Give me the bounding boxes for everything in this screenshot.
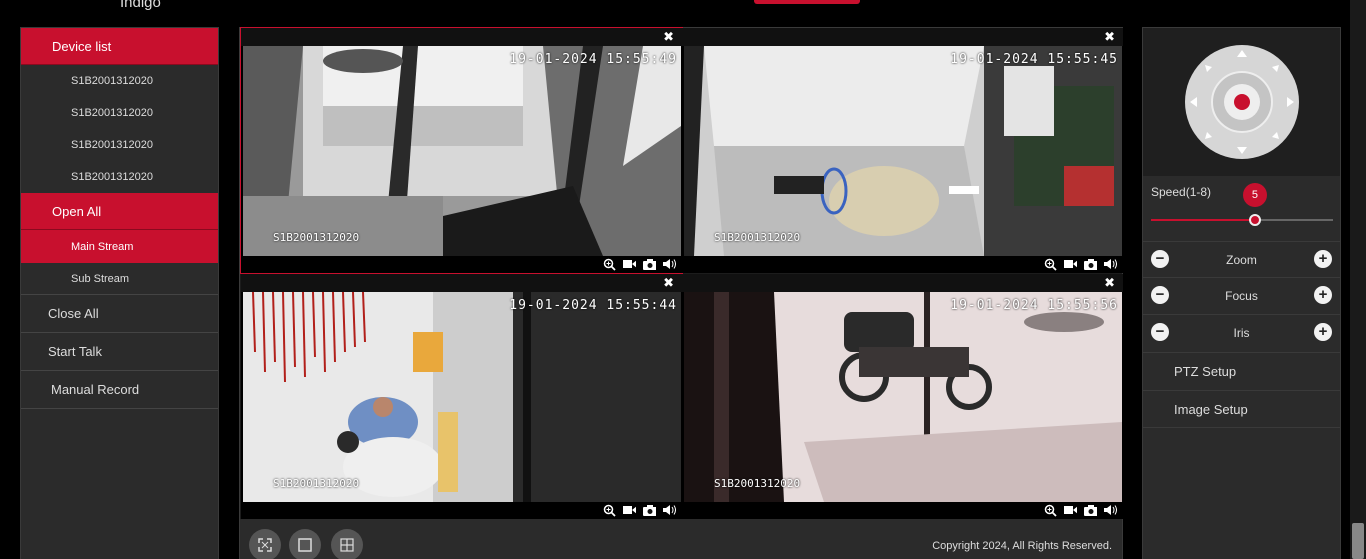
camera-title-bar: ✖ [682,28,1123,46]
record-icon[interactable] [623,258,636,271]
ptz-direction-pad[interactable] [1143,28,1340,176]
video-frame-shop-door [243,46,681,256]
camera-toolbar [603,256,676,272]
image-setup-button[interactable]: Image Setup [1143,390,1340,428]
device-item[interactable]: S1B2001312020 [21,65,218,97]
video-frame-counter-worker [684,46,1122,256]
page-scrollbar[interactable] [1350,0,1366,559]
video-feed: 19-01-2024 15:55:49 S1B2001312020 [243,46,681,256]
camera-tile-1[interactable]: ✖ 19-01-2024 15:55:49 S1B2001312020 [240,27,683,274]
device-list-header[interactable]: Device list [21,28,218,65]
speed-slider-fill [1151,219,1255,221]
speed-value-badge: 5 [1242,183,1267,207]
camera-tile-2[interactable]: ✖ 19-01-2024 15:55:45 S1B2001312020 [682,28,1123,273]
device-item[interactable]: S1B2001312020 [21,129,218,161]
close-icon[interactable]: ✖ [1104,275,1115,291]
video-bottom-bar: Copyright 2024, All Rights Reserved. [240,519,1122,559]
focus-plus-icon[interactable]: + [1314,286,1332,304]
audio-icon[interactable] [1104,258,1117,271]
video-feed: 19-01-2024 15:55:44 S1B2001312020 [243,292,681,502]
speed-label: Speed(1-8) [1151,185,1212,199]
camera-name-overlay: S1B2001312020 [714,477,801,490]
ptz-panel: Speed(1-8) 5 − Zoom + − Focus + − Iris +… [1142,27,1341,559]
record-icon[interactable] [1064,504,1077,517]
manual-record-button[interactable]: Manual Record [21,371,218,409]
zoom-in-icon[interactable] [603,258,616,271]
video-frame-parked-motorbike [684,292,1122,502]
camera-toolbar [1044,256,1117,272]
camera-toolbar [603,502,676,518]
snapshot-icon[interactable] [1084,258,1097,271]
single-view-icon[interactable] [289,529,321,559]
quad-view-icon[interactable] [331,529,363,559]
focus-control: − Focus + [1143,277,1340,313]
snapshot-icon[interactable] [643,504,656,517]
sub-stream-option[interactable]: Sub Stream [21,263,218,295]
ptz-joystick-area [1143,28,1340,176]
close-icon[interactable]: ✖ [1104,29,1115,45]
camera-name-overlay: S1B2001312020 [273,231,360,244]
camera-timestamp: 19-01-2024 15:55:44 [509,298,677,313]
start-talk-button[interactable]: Start Talk [21,333,218,371]
device-item[interactable]: S1B2001312020 [21,161,218,193]
zoom-in-icon[interactable] [603,504,616,517]
zoom-in-plus-icon[interactable]: + [1314,250,1332,268]
camera-tile-4[interactable]: ✖ 19-01-2024 15:55:56 S1B2001312020 [682,274,1123,519]
camera-timestamp: 19-01-2024 15:55:45 [950,52,1118,67]
camera-name-overlay: S1B2001312020 [273,477,360,490]
camera-name-overlay: S1B2001312020 [714,231,801,244]
open-all-button[interactable]: Open All [21,193,218,230]
snapshot-icon[interactable] [643,258,656,271]
camera-title-bar: ✖ [241,274,682,292]
video-feed: 19-01-2024 15:55:56 S1B2001312020 [684,292,1122,502]
scrollbar-thumb[interactable] [1352,523,1364,559]
iris-plus-icon[interactable]: + [1314,323,1332,341]
zoom-control: − Zoom + [1143,241,1340,277]
camera-toolbar [1044,502,1117,518]
zoom-label: Zoom [1226,253,1257,267]
main-stream-option[interactable]: Main Stream [21,230,218,263]
zoom-in-icon[interactable] [1044,258,1057,271]
ptz-setup-button[interactable]: PTZ Setup [1143,352,1340,390]
left-panel: Device list S1B2001312020 S1B2001312020 … [20,27,219,559]
close-all-button[interactable]: Close All [21,295,218,333]
camera-timestamp: 19-01-2024 15:55:56 [950,298,1118,313]
camera-title-bar: ✖ [241,28,682,46]
zoom-in-icon[interactable] [1044,504,1057,517]
audio-icon[interactable] [1104,504,1117,517]
record-icon[interactable] [623,504,636,517]
speed-slider-handle[interactable] [1248,214,1261,226]
video-feed: 19-01-2024 15:55:45 S1B2001312020 [684,46,1122,256]
top-accent-button[interactable] [754,0,860,4]
snapshot-icon[interactable] [1084,504,1097,517]
camera-timestamp: 19-01-2024 15:55:49 [509,52,677,67]
camera-tile-3[interactable]: ✖ 19-01-2024 15:55:44 S1B2001312020 [241,274,682,519]
copyright-text: Copyright 2024, All Rights Reserved. [932,540,1112,552]
fullscreen-icon[interactable] [249,529,281,559]
close-icon[interactable]: ✖ [663,29,674,45]
camera-title-bar: ✖ [682,274,1123,292]
brand-logo: Indigo [120,0,161,11]
close-icon[interactable]: ✖ [663,275,674,291]
audio-icon[interactable] [663,258,676,271]
focus-label: Focus [1225,289,1258,303]
device-item[interactable]: S1B2001312020 [21,97,218,129]
iris-label: Iris [1233,326,1250,340]
audio-icon[interactable] [663,504,676,517]
speed-slider[interactable]: 5 [1151,183,1333,226]
video-frame-entrance-people [243,292,681,502]
video-grid: ✖ 19-01-2024 15:55:49 S1B2001312020 ✖ 19… [239,27,1123,559]
iris-control: − Iris + [1143,314,1340,350]
record-icon[interactable] [1064,258,1077,271]
